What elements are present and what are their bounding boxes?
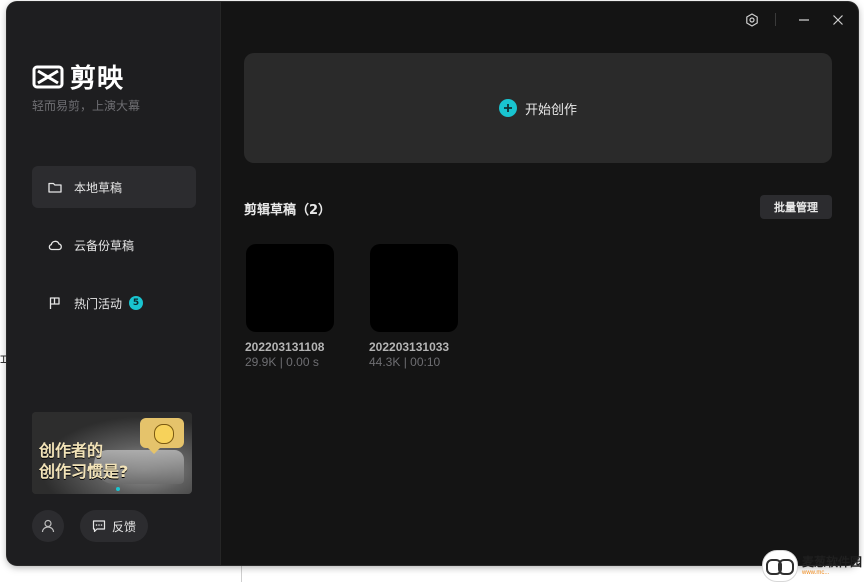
draft-card[interactable]: 202203131108 29.9K | 0.00 s bbox=[245, 244, 355, 369]
draft-thumbnail[interactable] bbox=[370, 244, 458, 332]
start-creation-label: 开始创作 bbox=[524, 102, 577, 118]
draft-card[interactable]: 202203131033 44.3K | 00:10 bbox=[369, 244, 479, 369]
sidebar-item-cloud-drafts[interactable]: 云备份草稿 bbox=[32, 224, 196, 266]
site-watermark: 麦葱软件园 www.mc... bbox=[762, 550, 864, 582]
user-icon bbox=[41, 519, 55, 533]
promo-banner[interactable]: 创作者的 创作习惯是? bbox=[32, 412, 192, 494]
folder-icon bbox=[47, 179, 63, 195]
plus-icon bbox=[498, 99, 517, 117]
flag-icon bbox=[47, 295, 63, 311]
avatar-button[interactable] bbox=[32, 510, 64, 542]
sidebar-item-label: 云备份草稿 bbox=[74, 238, 135, 253]
sidebar-item-label: 热门活动 bbox=[74, 296, 123, 311]
settings-icon bbox=[746, 13, 758, 27]
app-logo: 剪映 bbox=[32, 58, 124, 95]
notification-badge: 5 bbox=[129, 296, 144, 310]
titlebar-separator bbox=[775, 13, 776, 26]
sidebar-item-local-drafts[interactable]: 本地草稿 bbox=[32, 166, 196, 208]
settings-button[interactable] bbox=[740, 10, 764, 30]
start-creation-content: 开始创作 bbox=[498, 99, 577, 118]
app-slogan: 轻而易剪，上演大幕 bbox=[32, 99, 141, 113]
start-creation-button[interactable]: 开始创作 bbox=[244, 53, 832, 163]
draft-name: 202203131108 bbox=[245, 340, 325, 354]
feedback-label: 反馈 bbox=[111, 519, 136, 534]
promo-text-line2: 创作习惯是? bbox=[39, 462, 129, 481]
carousel-indicator[interactable] bbox=[116, 487, 120, 491]
capcut-logo-icon bbox=[32, 65, 64, 88]
close-icon bbox=[833, 15, 843, 25]
sidebar-item-hot-events[interactable]: 热门活动 5 bbox=[32, 282, 196, 324]
watermark-logo-icon bbox=[762, 550, 798, 582]
draft-meta: 44.3K | 00:10 bbox=[369, 355, 441, 369]
desktop-divider bbox=[241, 566, 242, 582]
minimize-button[interactable] bbox=[792, 10, 816, 30]
draft-thumbnail[interactable] bbox=[246, 244, 334, 332]
watermark-text: 麦葱软件园 www.mc... bbox=[802, 555, 862, 577]
batch-manage-button[interactable]: 批量管理 bbox=[760, 195, 832, 219]
feedback-button[interactable]: 反馈 bbox=[80, 510, 148, 542]
app-window: 剪映 轻而易剪，上演大幕 本地草稿 云备份草稿 热门活动 5 创作者的 创作习惯… bbox=[7, 2, 858, 565]
promo-speech-bubble bbox=[140, 418, 184, 454]
draft-meta: 29.9K | 0.00 s bbox=[245, 355, 319, 369]
sidebar: 剪映 轻而易剪，上演大幕 本地草稿 云备份草稿 热门活动 5 创作者的 创作习惯… bbox=[7, 2, 221, 565]
drafts-section-title: 剪辑草稿（2） bbox=[244, 203, 332, 218]
thinking-emoji-icon bbox=[154, 424, 174, 444]
message-icon bbox=[92, 520, 106, 533]
promo-text: 创作者的 创作习惯是? bbox=[39, 440, 128, 482]
watermark-sub-text: www.mc... bbox=[802, 570, 830, 576]
minimize-icon bbox=[799, 19, 809, 21]
promo-text-line1: 创作者的 bbox=[39, 441, 104, 460]
close-button[interactable] bbox=[826, 10, 850, 30]
app-name: 剪映 bbox=[70, 64, 125, 94]
watermark-main-text: 麦葱软件园 bbox=[802, 555, 863, 569]
cloud-icon bbox=[47, 237, 63, 253]
draft-name: 202203131033 bbox=[369, 340, 450, 354]
sidebar-item-label: 本地草稿 bbox=[74, 180, 123, 195]
